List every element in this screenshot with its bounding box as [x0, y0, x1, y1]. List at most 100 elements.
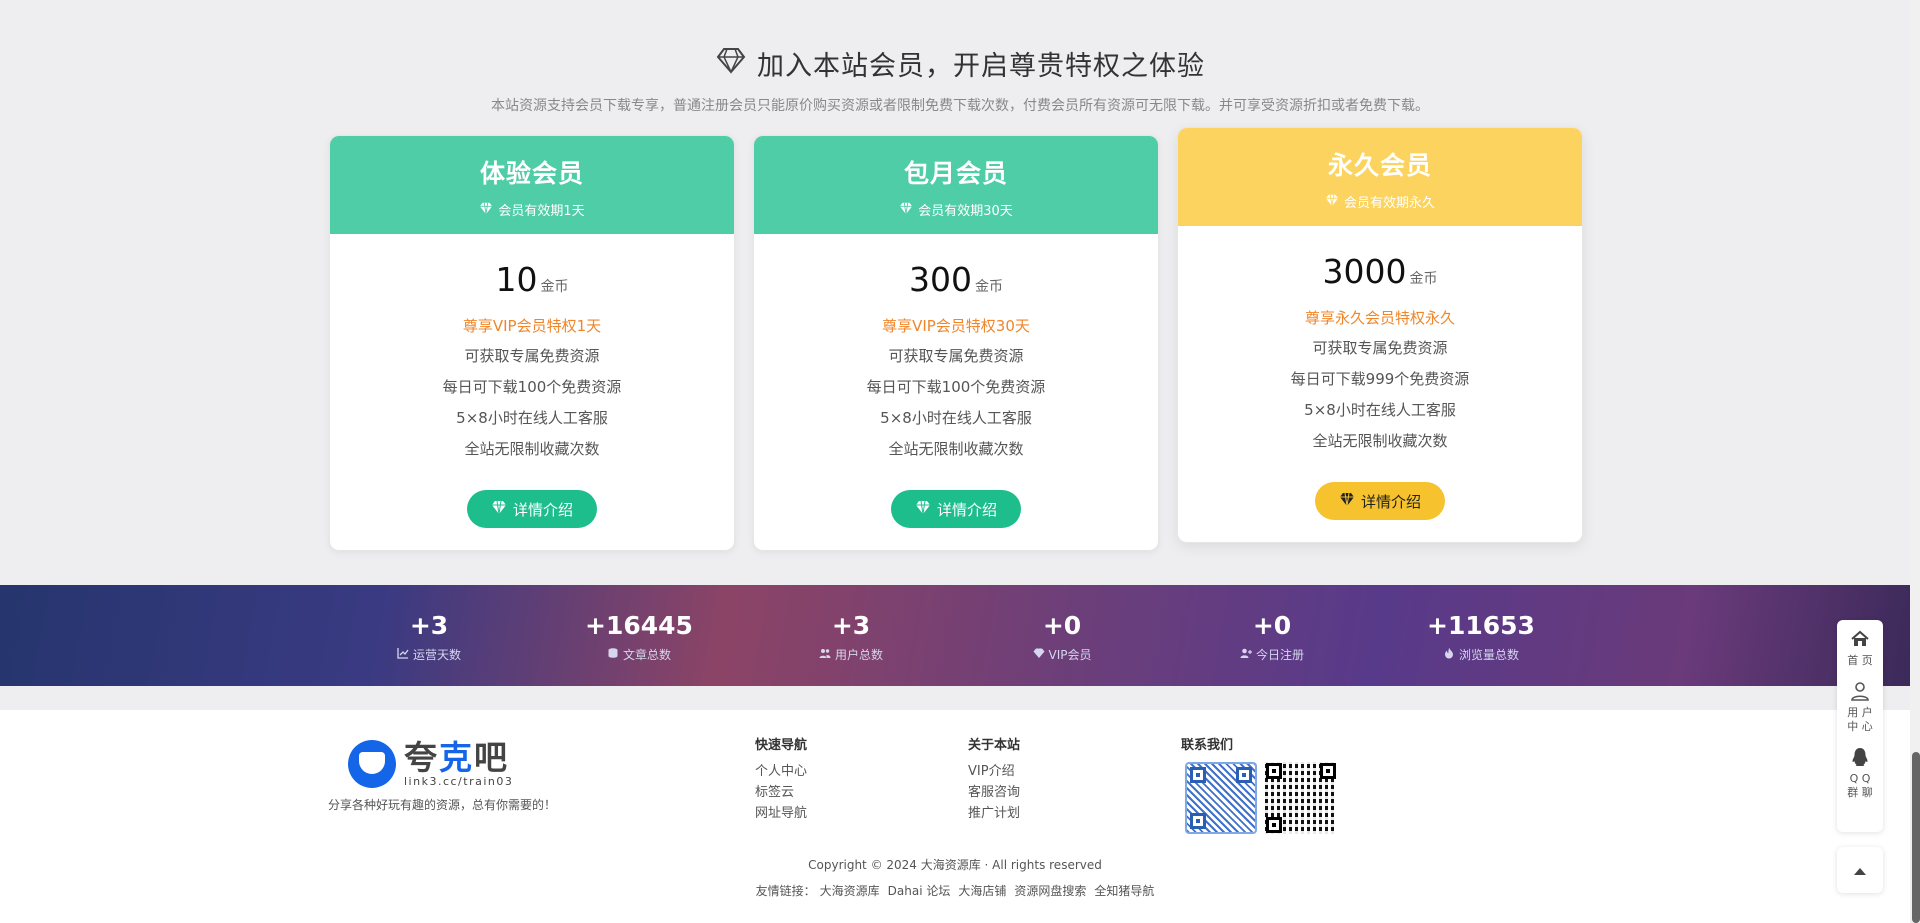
toolbar-qq-group[interactable]: Q Q 群 聊	[1837, 746, 1883, 800]
plan-lead-perk: 尊享VIP会员特权1天	[462, 317, 602, 335]
diamond-icon	[1325, 193, 1339, 211]
price-value: 10	[495, 260, 538, 299]
site-tagline: 分享各种好玩有趣的资源，总有你需要的！	[328, 798, 557, 812]
price-value: 300	[909, 260, 972, 299]
site-footer: 夸克吧 link3.cc/train03 分享各种好玩有趣的资源，总有你需要的！…	[0, 710, 1910, 923]
plan-perk: 可获取专属免费资源	[1312, 339, 1448, 357]
diamond-icon	[715, 44, 747, 83]
stat-article-count: +16445 文章总数	[539, 611, 739, 663]
stat-total-views: +11653 浏览量总数	[1381, 611, 1581, 663]
footer-column-quick-nav: 快速导航 个人中心 标签云 网址导航	[755, 734, 807, 824]
scrollbar-thumb[interactable]	[1912, 752, 1920, 923]
plan-perk: 每日可下载100个免费资源	[866, 378, 1046, 396]
stat-value: +16445	[585, 611, 693, 640]
footer-link-support[interactable]: 客服咨询	[968, 782, 1020, 803]
footer-column-title: 快速导航	[755, 738, 808, 753]
qr-code-image	[1265, 762, 1337, 834]
footer-column-title: 联系我们	[1181, 738, 1234, 753]
stat-vip-count: +0 VIP会员	[962, 611, 1162, 663]
plan-perk: 可获取专属免费资源	[888, 347, 1024, 365]
plan-perk: 5×8小时在线人工客服	[1304, 401, 1456, 419]
home-icon	[1837, 628, 1883, 650]
friend-link[interactable]: 大海店铺	[958, 884, 1006, 898]
plan-card-trial: 体验会员 会员有效期1天 10 金币 尊享VIP会员特权1天 可获取专属免费资源…	[329, 135, 735, 551]
plan-detail-button[interactable]: 详情介绍	[1314, 482, 1445, 520]
plan-lead-perk: 尊享永久会员特权永久	[1304, 309, 1455, 327]
diamond-icon	[1339, 491, 1355, 511]
price-unit: 金币	[975, 279, 1003, 295]
site-stats-band: +3 运营天数 +16445 文章总数 +3 用户总数 +0 VIP会员 +0 …	[0, 585, 1910, 686]
plan-lead-perk: 尊享VIP会员特权30天	[882, 317, 1030, 335]
stat-label: 运营天数	[412, 648, 461, 662]
database-icon	[607, 647, 619, 662]
plan-perk: 全站无限制收藏次数	[464, 440, 600, 458]
footer-link-user-center[interactable]: 个人中心	[755, 761, 807, 782]
plan-card-body: 10 金币 尊享VIP会员特权1天 可获取专属免费资源 每日可下载100个免费资…	[330, 234, 734, 528]
stat-value: +0	[1042, 611, 1082, 640]
friend-link[interactable]: 大海资源库	[820, 884, 880, 898]
user-icon	[1837, 680, 1883, 702]
plan-validity: 会员有效期30天	[899, 200, 1013, 219]
diamond-icon	[479, 201, 493, 219]
stat-value: +0	[1252, 611, 1292, 640]
site-logo[interactable]: 夸克吧 link3.cc/train03	[348, 740, 513, 788]
plan-card-header: 体验会员 会员有效期1天	[330, 136, 734, 234]
stat-run-days: +3 运营天数	[329, 611, 529, 663]
plan-name: 体验会员	[479, 159, 584, 188]
price-value: 3000	[1322, 252, 1407, 291]
plan-card-monthly: 包月会员 会员有效期30天 300 金币 尊享VIP会员特权30天 可获取专属免…	[753, 135, 1159, 551]
friend-link[interactable]: Dahai 论坛	[888, 884, 951, 898]
friend-link[interactable]: 全知猪导航	[1094, 884, 1154, 898]
plan-perk: 可获取专属免费资源	[464, 347, 600, 365]
stat-label: VIP会员	[1048, 648, 1092, 662]
friend-links-label: 友情链接：	[755, 884, 816, 898]
footer-column-contact: 联系我们	[1181, 734, 1233, 761]
diamond-icon	[491, 499, 507, 519]
plan-card-header: 永久会员 会员有效期永久	[1178, 128, 1582, 226]
logo-mark	[348, 740, 396, 788]
friend-link[interactable]: 资源网盘搜索	[1014, 884, 1086, 898]
qr-code-image	[1185, 762, 1257, 834]
plan-card-lifetime: 永久会员 会员有效期永久 3000 金币 尊享永久会员特权永久 可获取专属免费资…	[1177, 127, 1583, 543]
stat-value: +11653	[1427, 611, 1535, 640]
logo-wordmark: 夸克吧	[404, 737, 509, 777]
friend-links: 友情链接： 大海资源库 Dahai 论坛 大海店铺 资源网盘搜索 全知猪导航	[0, 882, 1910, 899]
plan-name: 永久会员	[1327, 151, 1432, 180]
stat-label: 今日注册	[1255, 648, 1304, 662]
plan-perk: 5×8小时在线人工客服	[456, 409, 608, 427]
plan-perk: 5×8小时在线人工客服	[880, 409, 1032, 427]
toolbar-home[interactable]: 首 页	[1837, 620, 1883, 668]
footer-link-vip-intro[interactable]: VIP介绍	[968, 761, 1020, 782]
plan-price: 3000 金币	[1323, 252, 1438, 291]
vip-title-text: 加入本站会员，开启尊贵特权之体验	[757, 51, 1205, 82]
copyright-text: Copyright © 2024 大海资源库 · All rights rese…	[808, 858, 1102, 872]
footer-column-title: 关于本站	[968, 738, 1021, 753]
users-icon	[819, 647, 831, 662]
toolbar-user-center[interactable]: 用 户 中 心	[1837, 680, 1883, 734]
chart-icon	[397, 647, 409, 662]
diamond-icon	[915, 499, 931, 519]
stat-value: +3	[409, 611, 449, 640]
user-plus-icon	[1240, 647, 1252, 662]
footer-link-tag-cloud[interactable]: 标签云	[755, 782, 807, 803]
diamond-icon	[1033, 647, 1045, 662]
stat-today-registrations: +0 今日注册	[1172, 611, 1372, 663]
footer-link-site-nav[interactable]: 网址导航	[755, 803, 807, 824]
plan-card-body: 3000 金币 尊享永久会员特权永久 可获取专属免费资源 每日可下载999个免费…	[1178, 226, 1582, 520]
footer-column-about: 关于本站 VIP介绍 客服咨询 推广计划	[968, 734, 1020, 824]
plan-perk: 全站无限制收藏次数	[1312, 432, 1448, 450]
stat-label: 浏览量总数	[1458, 648, 1519, 662]
vip-title: 加入本站会员，开启尊贵特权之体验	[715, 44, 1205, 83]
plan-name: 包月会员	[903, 159, 1008, 188]
plan-detail-button[interactable]: 详情介绍	[466, 490, 597, 528]
plan-detail-button[interactable]: 详情介绍	[890, 490, 1021, 528]
price-unit: 金币	[540, 279, 569, 295]
back-to-top-button[interactable]	[1837, 847, 1883, 893]
plan-card-body: 300 金币 尊享VIP会员特权30天 可获取专属免费资源 每日可下载100个免…	[754, 234, 1158, 528]
fire-icon	[1443, 647, 1455, 662]
qq-penguin-icon	[1837, 746, 1883, 768]
plan-validity: 会员有效期永久	[1325, 192, 1435, 211]
footer-link-referral[interactable]: 推广计划	[968, 803, 1020, 824]
plan-card-header: 包月会员 会员有效期30天	[754, 136, 1158, 234]
plan-perk: 每日可下载999个免费资源	[1290, 370, 1470, 388]
